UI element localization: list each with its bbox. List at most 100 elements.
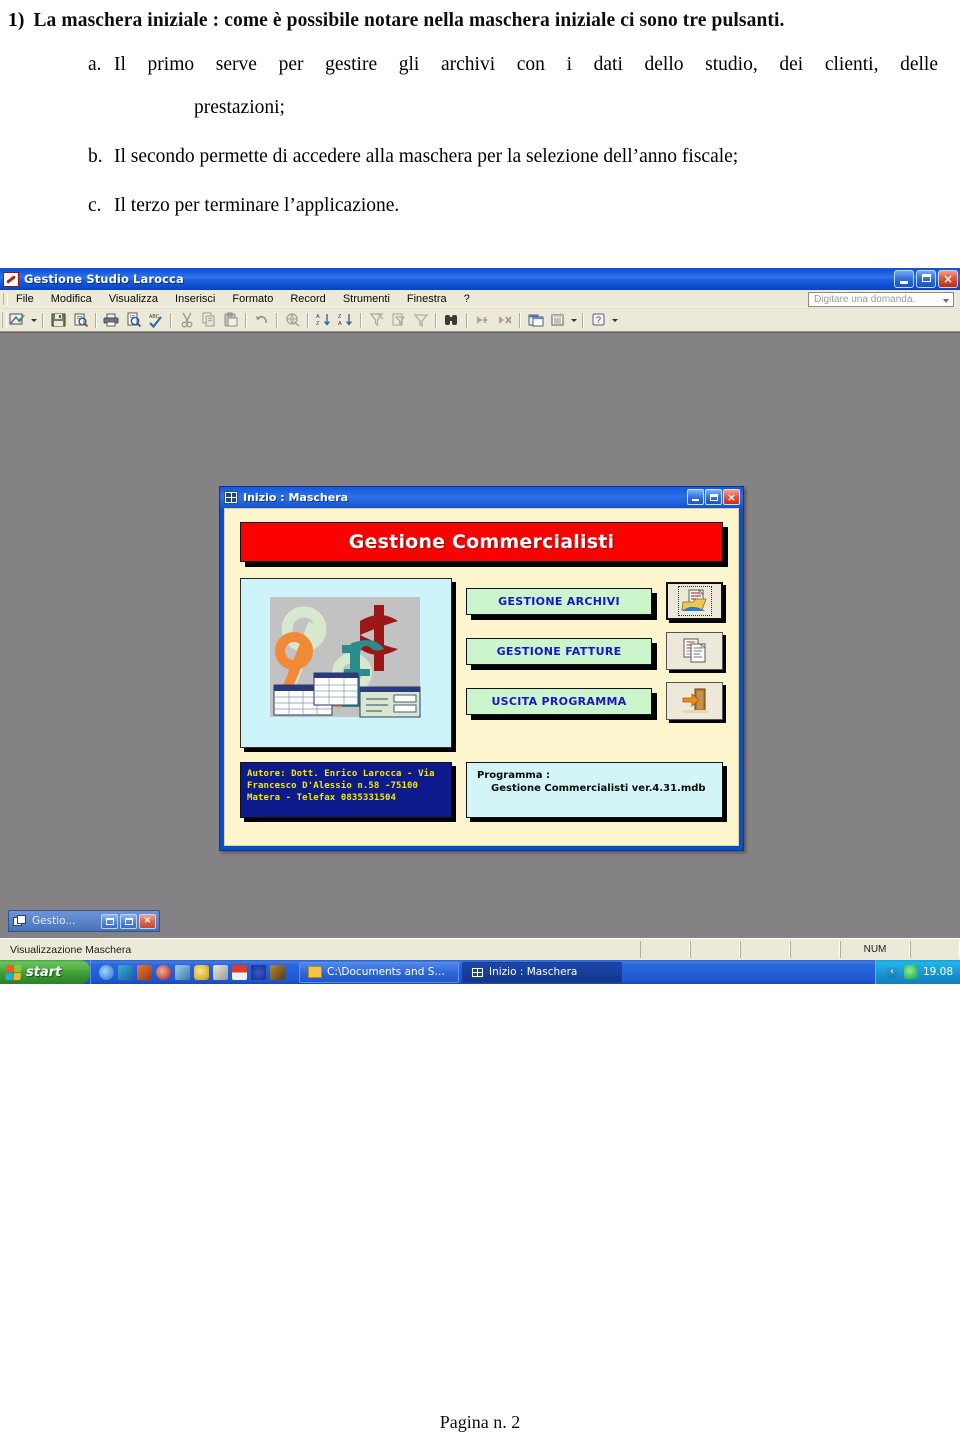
paste-icon[interactable] <box>220 310 241 330</box>
menu-item-formato[interactable]: Formato <box>224 292 282 306</box>
status-cell <box>690 941 740 958</box>
sub-item-letter: b. <box>88 146 103 167</box>
system-tray: ‹ 19.08 <box>874 960 960 984</box>
menu-item-visualizza[interactable]: Visualizza <box>101 292 167 306</box>
minimize-icon[interactable] <box>894 270 914 288</box>
spelling-check-icon[interactable]: ABC <box>145 310 166 330</box>
europe-flag-icon[interactable] <box>251 964 266 980</box>
page-footer: Pagina n. 2 <box>439 1412 521 1432</box>
window-cascade-icon <box>13 914 28 928</box>
quicktime-icon[interactable] <box>156 964 171 980</box>
taskbar-item-inizio-maschera[interactable]: Inizio : Maschera <box>462 961 622 983</box>
internet-explorer-icon[interactable] <box>99 964 114 980</box>
menu-item-file[interactable]: File <box>8 292 43 306</box>
filter-by-form-icon[interactable] <box>366 310 387 330</box>
search-file-icon[interactable] <box>70 310 91 330</box>
toolbar-separator <box>245 312 247 328</box>
view-dropdown-icon[interactable] <box>29 310 38 330</box>
print-preview-icon[interactable] <box>123 310 144 330</box>
sort-ascending-icon[interactable]: A Z <box>313 310 334 330</box>
gestione-archivi-button[interactable]: GESTIONE ARCHIVI <box>466 587 652 615</box>
undo-icon[interactable] <box>251 310 272 330</box>
program-info-box: Programma : Gestione Commercialisti ver.… <box>466 762 723 818</box>
author-line-2: Francesco D'Alessio n.58 -75100 <box>247 781 419 791</box>
antivirus-icon[interactable] <box>903 965 918 979</box>
gestione-fatture-button[interactable]: GESTIONE FATTURE <box>466 637 652 665</box>
database-window-icon[interactable] <box>525 310 546 330</box>
status-cell <box>790 941 840 958</box>
form-window-controls: × <box>687 489 740 505</box>
menu-item-modifica[interactable]: Modifica <box>43 292 101 306</box>
filter-by-selection-icon[interactable] <box>388 310 409 330</box>
new-object-icon[interactable] <box>547 310 568 330</box>
new-record-icon[interactable] <box>472 310 493 330</box>
new-object-dropdown-icon[interactable] <box>569 310 578 330</box>
print-icon[interactable] <box>101 310 122 330</box>
taskbar-item-documents[interactable]: C:\Documents and Se... <box>299 961 459 983</box>
help-icon[interactable]: ? <box>588 310 609 330</box>
minimize-icon[interactable] <box>687 489 704 505</box>
save-icon[interactable] <box>48 310 69 330</box>
restore-icon[interactable] <box>916 270 936 288</box>
find-binoculars-icon[interactable] <box>441 310 462 330</box>
form-button-column: GESTIONE ARCHIVI GESTIONE FATTURE USCITA… <box>466 578 723 748</box>
menu-item-finestra[interactable]: Finestra <box>399 292 456 306</box>
sort-descending-icon[interactable]: Z A <box>335 310 356 330</box>
delete-record-icon[interactable] <box>494 310 515 330</box>
toolbar-separator <box>435 312 437 328</box>
tray-clock[interactable]: 19.08 <box>923 966 953 978</box>
start-button[interactable]: start <box>0 960 90 984</box>
sub-item-letter: a. <box>88 54 102 75</box>
form-grid-icon <box>224 491 238 504</box>
toolbar-separator <box>307 312 309 328</box>
svg-text:Z: Z <box>316 321 320 327</box>
menu-item-strumenti[interactable]: Strumenti <box>335 292 399 306</box>
outlook-express-icon[interactable] <box>118 964 133 980</box>
news-app-icon[interactable] <box>232 964 247 980</box>
menu-item-record[interactable]: Record <box>282 292 334 306</box>
close-icon[interactable]: × <box>938 270 958 288</box>
toolbar-separator <box>42 312 44 328</box>
minimized-child-label: Gestio... <box>32 915 76 927</box>
copy-icon[interactable] <box>198 310 219 330</box>
restore-icon[interactable] <box>101 913 118 929</box>
close-icon[interactable]: × <box>139 913 156 929</box>
tray-expand-icon[interactable]: ‹ <box>884 965 899 979</box>
office-links-icon[interactable] <box>282 310 303 330</box>
start-label: start <box>26 964 62 980</box>
gestione-archivi-label: GESTIONE ARCHIVI <box>498 594 620 608</box>
document-body: 1) La maschera iniziale : come è possibi… <box>0 0 960 217</box>
chevron-down-icon[interactable] <box>940 295 951 306</box>
svg-text:?: ? <box>596 315 601 325</box>
calculator-icon[interactable] <box>213 964 228 980</box>
form-title-bar: Inizio : Maschera × <box>220 487 743 508</box>
remove-filter-icon[interactable] <box>410 310 431 330</box>
exit-door-arrow-icon-button[interactable] <box>666 682 723 720</box>
view-design-icon[interactable] <box>7 310 28 330</box>
show-desktop-icon[interactable] <box>175 964 190 980</box>
sub-item-text: Il secondo permette di accedere alla mas… <box>114 146 739 167</box>
author-line-1: Autore: Dott. Enrico Larocca - Via <box>247 769 435 779</box>
close-icon[interactable]: × <box>723 489 740 505</box>
game-app-icon[interactable] <box>270 964 285 980</box>
menu-bar: File Modifica Visualizza Inserisci Forma… <box>0 290 960 309</box>
menu-item-inserisci[interactable]: Inserisci <box>167 292 224 306</box>
maximize-icon[interactable] <box>705 489 722 505</box>
ask-a-question-box[interactable]: Digitare una domanda. <box>808 292 954 307</box>
maximize-icon[interactable] <box>120 913 137 929</box>
menu-item-help[interactable]: ? <box>456 292 479 306</box>
documents-copy-icon-button[interactable] <box>666 632 723 670</box>
cut-icon[interactable] <box>176 310 197 330</box>
minimized-child-window[interactable]: Gestio... × <box>8 910 160 932</box>
finance-percent-currency-clipart <box>240 578 452 748</box>
exit-door-arrow-icon <box>681 688 708 713</box>
media-player-icon[interactable] <box>137 964 152 980</box>
open-file-folder-icon-button[interactable] <box>666 582 723 620</box>
status-cell <box>740 941 790 958</box>
application-title: Gestione Studio Larocca <box>24 272 184 286</box>
author-info-box: Autore: Dott. Enrico Larocca - Via Franc… <box>240 762 452 818</box>
clock-app-icon[interactable] <box>194 964 209 980</box>
uscita-programma-button[interactable]: USCITA PROGRAMMA <box>466 687 652 715</box>
toolbar-overflow-icon[interactable] <box>610 310 619 330</box>
taskbar-item-label: C:\Documents and Se... <box>327 966 450 978</box>
